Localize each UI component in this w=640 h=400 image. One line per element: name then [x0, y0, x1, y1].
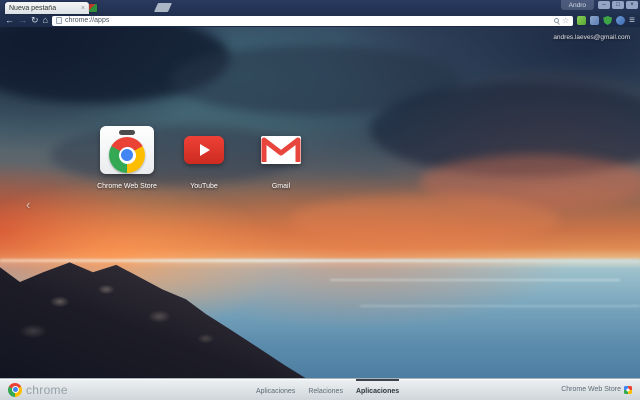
- footer-nav-aplicaciones-1[interactable]: Aplicaciones: [256, 379, 295, 400]
- store-link-label[interactable]: Chrome Web Store: [561, 386, 621, 393]
- app-youtube[interactable]: YouTube: [171, 122, 237, 190]
- chrome-brand: chrome: [8, 382, 68, 397]
- browser-frame: Nueva pestaña × Andro – □ × ← → ↻ ⌂ chro…: [0, 0, 640, 27]
- extension-icon-2[interactable]: [590, 16, 600, 25]
- app-gmail[interactable]: Gmail: [248, 122, 314, 190]
- bookmark-star-icon[interactable]: ☆: [562, 16, 569, 25]
- address-bar[interactable]: chrome://apps ☆: [51, 15, 574, 26]
- tab-active[interactable]: Nueva pestaña ×: [5, 2, 89, 14]
- app-label[interactable]: YouTube: [190, 183, 218, 190]
- chrome-web-store-mini-icon: [624, 385, 632, 394]
- footer-nav-relaciones[interactable]: Relaciones: [308, 379, 343, 400]
- chrome-wordmark: chrome: [26, 382, 68, 397]
- footer-nav: Aplicaciones Relaciones Aplicaciones: [256, 379, 400, 400]
- chrome-menu-icon[interactable]: ≡: [629, 16, 635, 26]
- extension-icon-1[interactable]: [577, 16, 587, 25]
- previous-page-arrow[interactable]: ‹: [26, 197, 30, 212]
- maximize-button[interactable]: □: [612, 1, 624, 9]
- app-label[interactable]: Chrome Web Store: [97, 183, 157, 190]
- chrome-web-store-link[interactable]: Chrome Web Store: [561, 379, 632, 400]
- play-icon: [200, 144, 210, 156]
- close-button[interactable]: ×: [626, 1, 638, 9]
- app-icon-area: [184, 122, 224, 178]
- tab-title: Nueva pestaña: [9, 4, 57, 12]
- browser-window: Nueva pestaña × Andro – □ × ← → ↻ ⌂ chro…: [0, 0, 640, 400]
- wallpaper-water-streak: [360, 305, 640, 307]
- extension-icon-4[interactable]: [616, 16, 626, 25]
- chrome-logo-core: [121, 149, 133, 161]
- footer-bar: chrome Aplicaciones Relaciones Aplicacio…: [0, 378, 640, 400]
- minimize-button[interactable]: –: [598, 1, 610, 9]
- wallpaper-rocky-shore: [0, 262, 306, 378]
- pinned-tab-favicon[interactable]: [89, 4, 97, 12]
- tab-close-icon[interactable]: ×: [81, 5, 85, 12]
- back-icon[interactable]: ←: [5, 16, 14, 25]
- wallpaper-water-streak: [330, 279, 620, 281]
- url-text[interactable]: chrome://apps: [65, 17, 551, 24]
- new-tab-page: andres.laeves@gmail.com ‹ Chrome Web Sto…: [0, 27, 640, 378]
- app-icon-area: [260, 122, 302, 178]
- window-controls: – □ ×: [598, 1, 638, 9]
- page-icon: [55, 17, 62, 24]
- toolbar: ← → ↻ ⌂ chrome://apps ☆ ≡: [0, 14, 640, 27]
- new-tab-button[interactable]: [153, 3, 173, 12]
- apps-grid: Chrome Web Store YouTube Gmail: [94, 122, 314, 190]
- reload-icon[interactable]: ↻: [31, 16, 39, 25]
- youtube-icon[interactable]: [184, 136, 224, 164]
- wallpaper-lit-cloud: [290, 195, 560, 245]
- account-email[interactable]: andres.laeves@gmail.com: [553, 34, 630, 41]
- footer-nav-aplicaciones-2[interactable]: Aplicaciones: [355, 379, 400, 400]
- profile-badge[interactable]: Andro: [560, 0, 594, 10]
- app-icon-area: [100, 122, 154, 178]
- app-label[interactable]: Gmail: [272, 183, 290, 190]
- wallpaper-horizon: [0, 259, 640, 262]
- forward-icon[interactable]: →: [18, 16, 27, 25]
- chrome-logo-ring: [11, 386, 19, 393]
- extension-shield-icon[interactable]: [603, 16, 613, 25]
- gmail-icon[interactable]: [260, 135, 302, 165]
- chrome-logo-icon: [8, 382, 22, 397]
- zoom-icon[interactable]: [553, 18, 559, 23]
- app-chrome-web-store[interactable]: Chrome Web Store: [94, 122, 160, 190]
- home-icon[interactable]: ⌂: [43, 16, 48, 25]
- bag-handle-slot: [119, 130, 135, 135]
- chrome-web-store-icon[interactable]: [100, 126, 154, 174]
- chrome-logo-icon: [109, 137, 145, 173]
- chrome-logo-ring: [118, 146, 136, 164]
- chrome-logo-core: [12, 387, 18, 392]
